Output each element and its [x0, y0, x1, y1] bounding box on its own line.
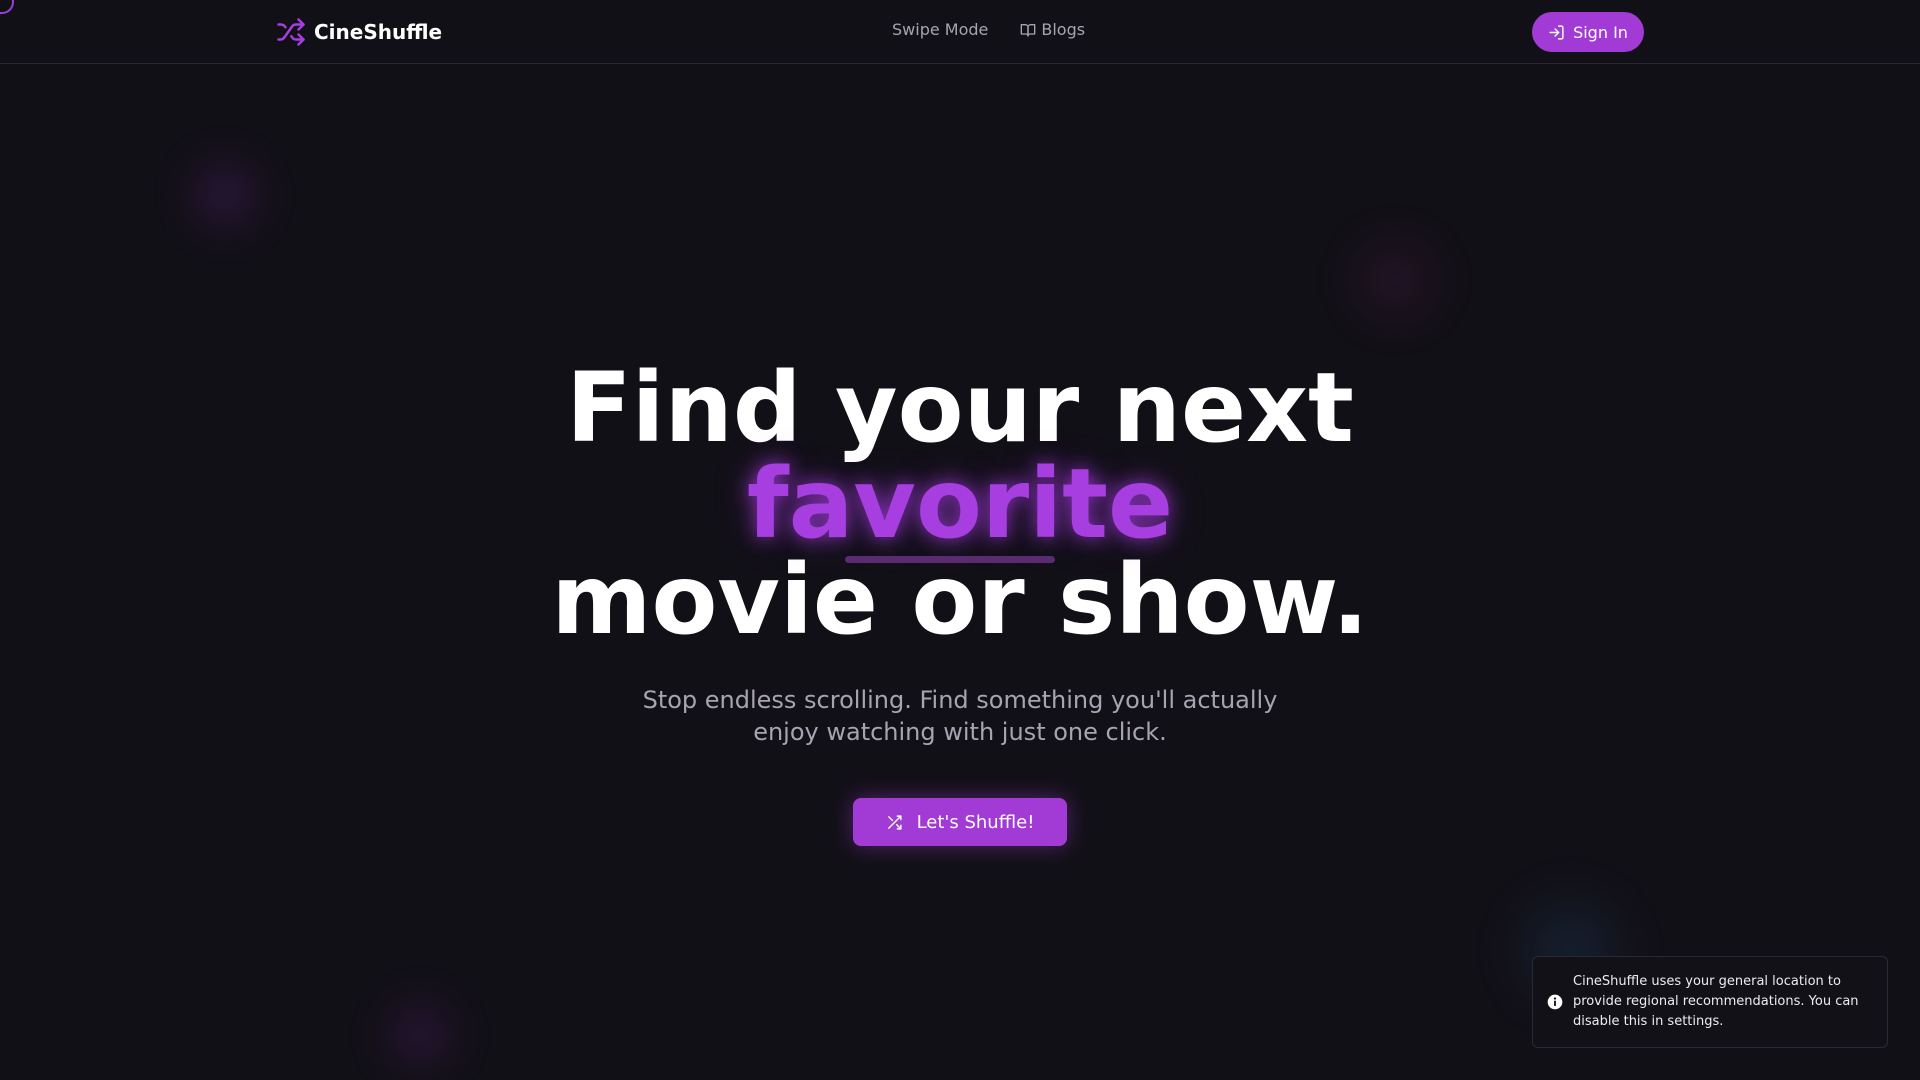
toast-message: CineShuffle uses your general location t… [1573, 974, 1859, 1029]
shuffle-button[interactable]: Let's Shuffle! [853, 798, 1067, 846]
highlight-underline [844, 556, 1055, 563]
shuffle-icon [276, 17, 306, 47]
info-icon [1547, 994, 1563, 1010]
log-in-icon [1548, 24, 1565, 41]
headline-line-2: favorite [0, 456, 1920, 563]
background-glow [375, 990, 465, 1080]
nav-swipe-mode-label: Swipe Mode [892, 20, 989, 39]
headline-highlight: favorite [747, 456, 1173, 563]
main-nav: Swipe Mode Blogs [892, 20, 1085, 39]
location-toast: CineShuffle uses your general location t… [1532, 956, 1888, 1048]
background-glow [180, 150, 270, 240]
sign-in-label: Sign In [1573, 22, 1628, 42]
shuffle-button-label: Let's Shuffle! [916, 811, 1035, 833]
top-navbar: CineShuffle Swipe Mode Blogs Sign In [0, 0, 1920, 64]
shuffle-icon [886, 814, 903, 831]
brand-logo-link[interactable]: CineShuffle [276, 16, 442, 48]
hero-section: Find your next favorite movie or show. S… [0, 360, 1920, 846]
hero-headline: Find your next favorite movie or show. [0, 360, 1920, 648]
brand-name: CineShuffle [314, 20, 443, 44]
hero-subtitle: Stop endless scrolling. Find something y… [642, 686, 1278, 746]
background-glow [1340, 225, 1450, 335]
book-open-icon [1020, 22, 1036, 38]
headline-line-1: Find your next [566, 352, 1354, 464]
nav-swipe-mode[interactable]: Swipe Mode [892, 20, 988, 39]
page: CineShuffle Swipe Mode Blogs Sign In Fin… [0, 0, 1920, 1080]
nav-blogs[interactable]: Blogs [1020, 20, 1085, 39]
headline-highlight-text: favorite [746, 448, 1174, 560]
nav-blogs-label: Blogs [1041, 20, 1086, 39]
sign-in-button[interactable]: Sign In [1532, 12, 1644, 52]
headline-line-3: movie or show. [551, 544, 1369, 656]
